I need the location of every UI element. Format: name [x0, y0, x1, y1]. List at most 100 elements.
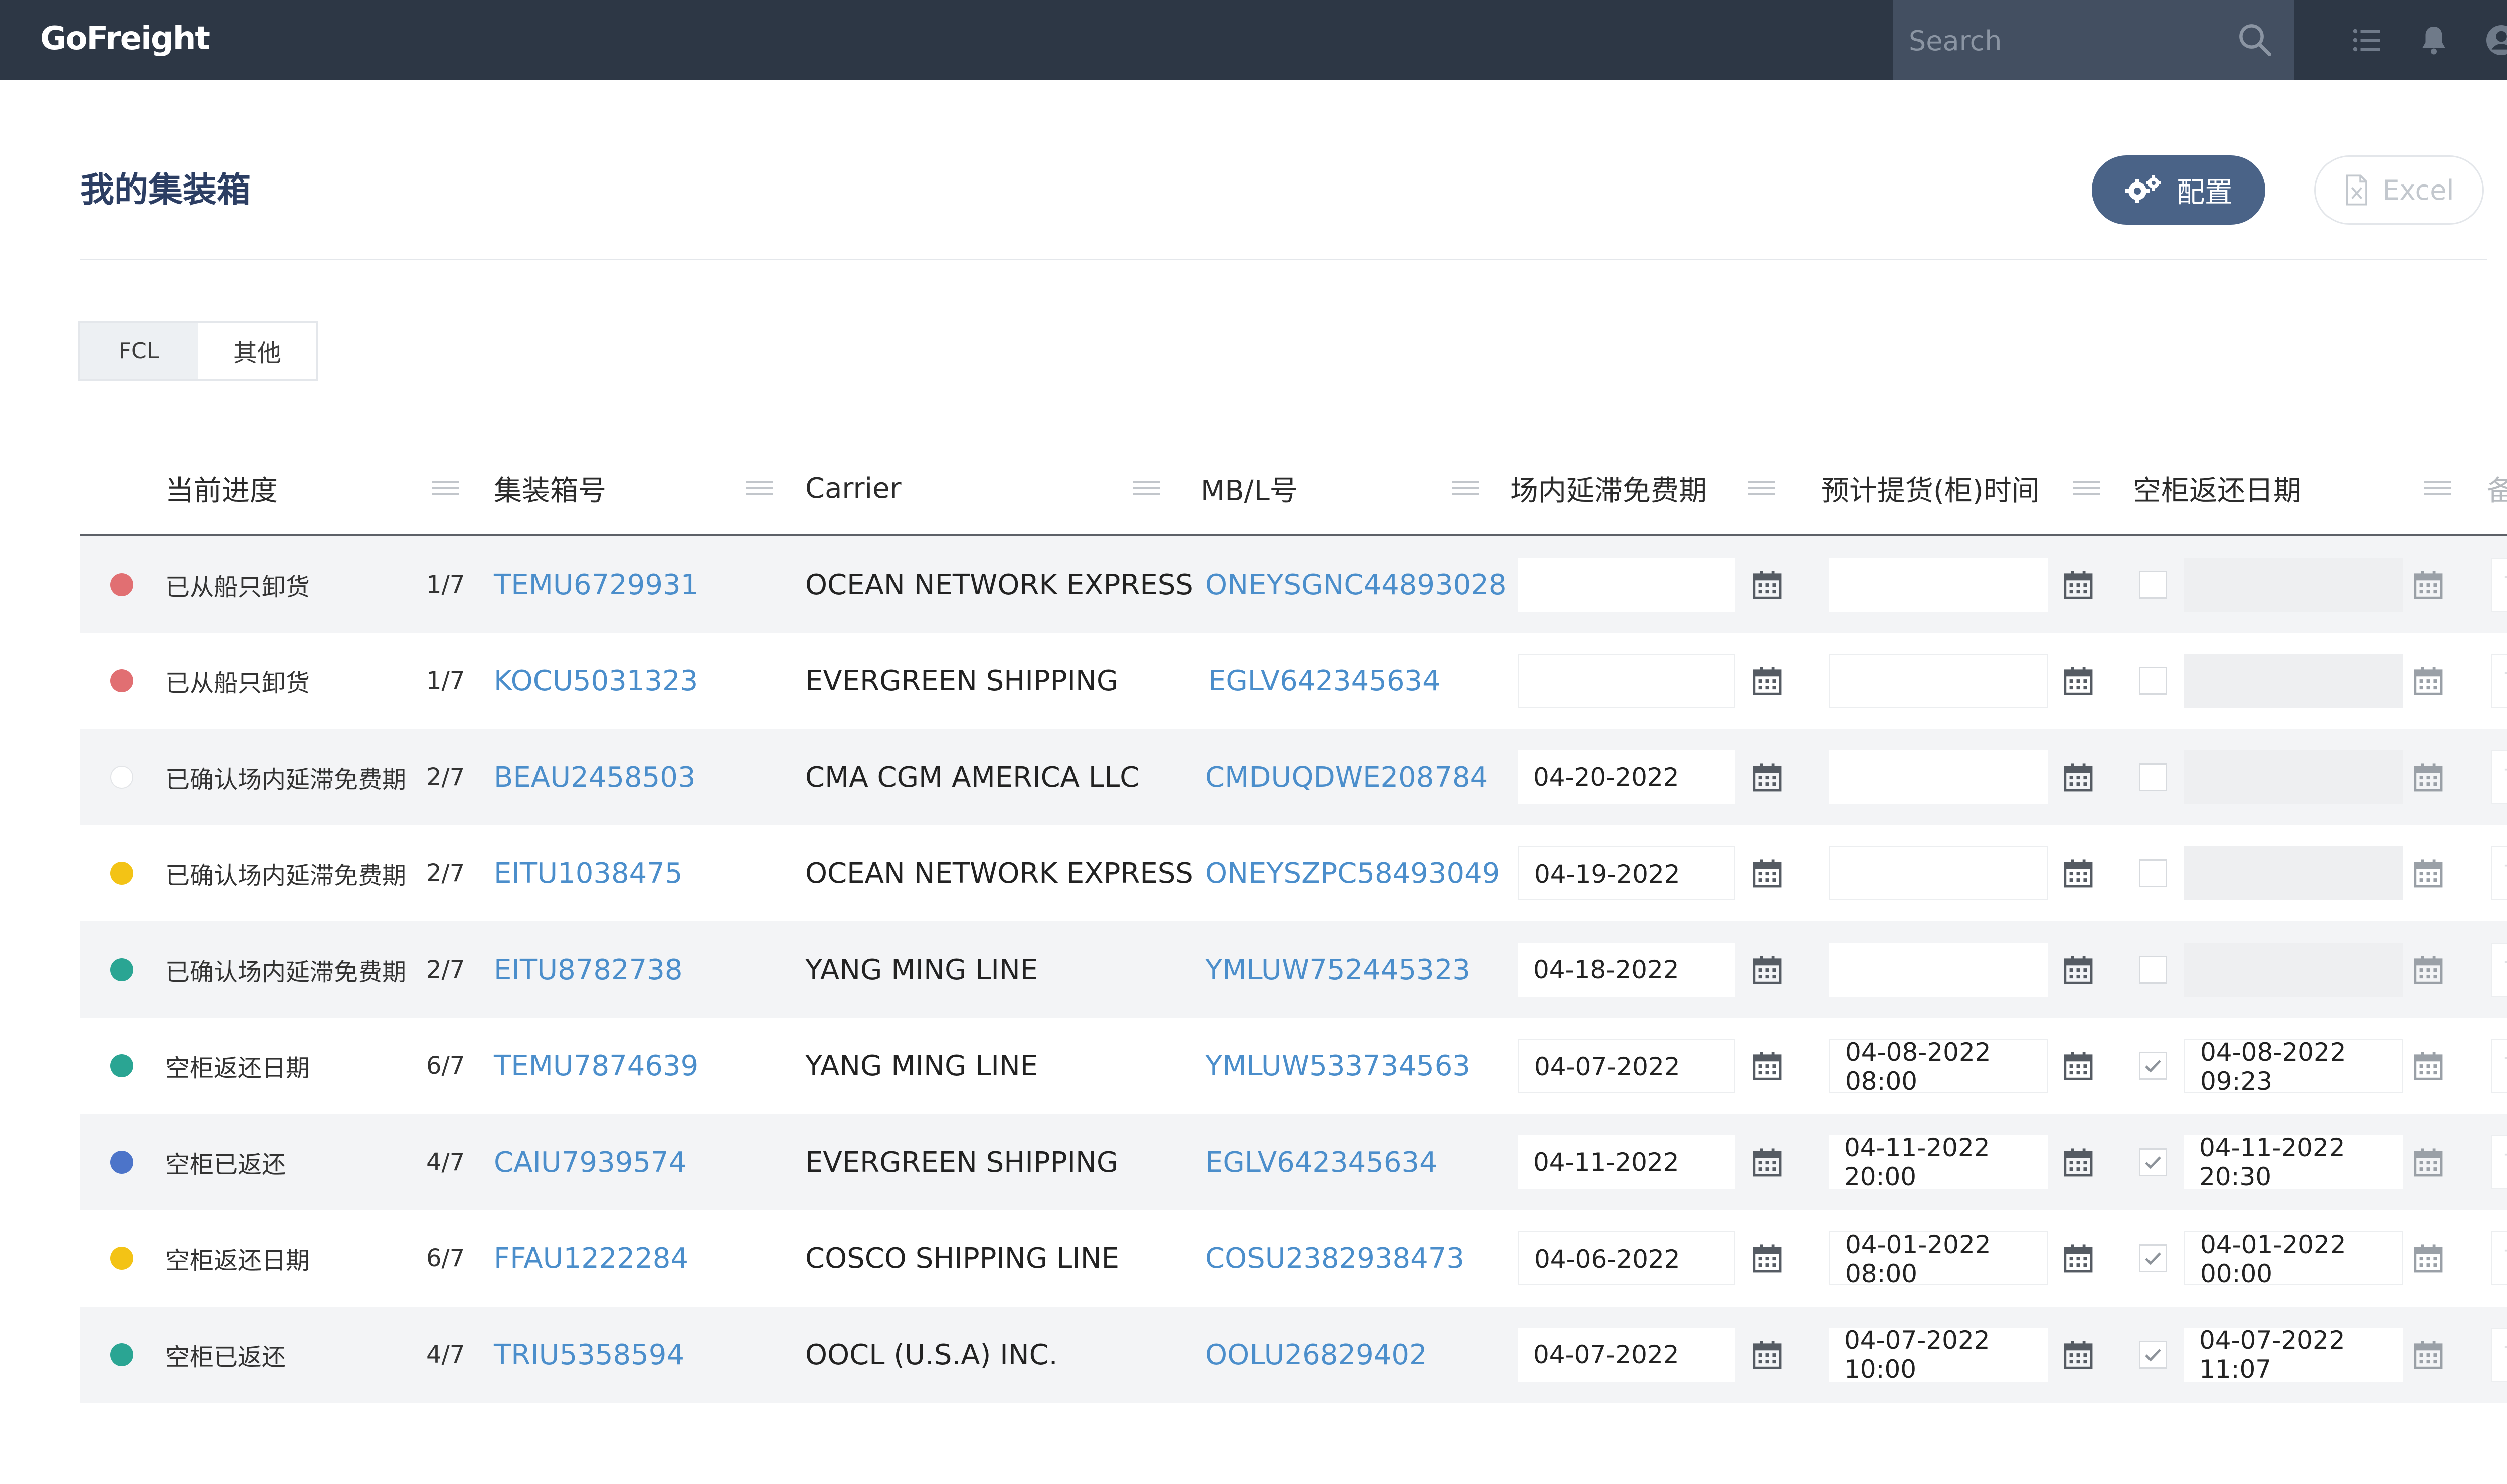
- empty-return-date-field[interactable]: [2184, 846, 2403, 900]
- returned-checkbox-checked[interactable]: [2139, 1052, 2167, 1080]
- calendar-icon[interactable]: [2064, 1051, 2093, 1081]
- free-time-date-field[interactable]: 04-07-2022: [1518, 1328, 1735, 1382]
- calendar-icon[interactable]: [2414, 1051, 2443, 1081]
- free-time-date-field[interactable]: 04-07-2022: [1518, 1039, 1735, 1093]
- empty-return-date-field[interactable]: 04-11-2022 20:30: [2184, 1133, 2403, 1191]
- search-input[interactable]: [1908, 18, 2221, 63]
- container-number-link[interactable]: EITU1038475: [494, 825, 683, 921]
- free-time-date-field[interactable]: 04-11-2022: [1518, 1135, 1735, 1189]
- calendar-icon[interactable]: [2064, 858, 2093, 888]
- returned-checkbox-checked[interactable]: [2139, 1148, 2167, 1176]
- pickup-date-field[interactable]: 04-08-2022 08:00: [1829, 1038, 2048, 1096]
- remark-input[interactable]: Ta: [2491, 1231, 2507, 1285]
- calendar-icon[interactable]: [1753, 762, 1782, 792]
- container-number-link[interactable]: BEAU2458503: [494, 729, 696, 825]
- calendar-icon[interactable]: [2414, 1340, 2443, 1370]
- table-row[interactable]: 空柜已返还 4/7 CAIU7939574 EVERGREEN SHIPPING…: [80, 1114, 2507, 1210]
- empty-return-date-field[interactable]: 04-07-2022 11:07: [2184, 1326, 2403, 1384]
- tab-fcl[interactable]: FCL: [80, 323, 198, 379]
- free-time-date-field[interactable]: 04-06-2022: [1518, 1231, 1735, 1285]
- mbl-number-link[interactable]: ONEYSZPC58493049: [1205, 825, 1500, 921]
- calendar-icon[interactable]: [2414, 955, 2443, 985]
- calendar-icon[interactable]: [2064, 1243, 2093, 1273]
- returned-checkbox-checked[interactable]: [2139, 1244, 2167, 1272]
- column-menu-icon[interactable]: [1130, 441, 1163, 535]
- returned-checkbox[interactable]: [2139, 859, 2167, 887]
- pickup-date-field[interactable]: 04-11-2022 20:00: [1829, 1133, 2048, 1191]
- app-logo[interactable]: GoFreight: [40, 16, 210, 61]
- returned-checkbox[interactable]: [2139, 571, 2167, 599]
- task-list-icon[interactable]: [2349, 22, 2385, 58]
- table-row[interactable]: 已从船只卸货 1/7 KOCU5031323 EVERGREEN SHIPPIN…: [80, 633, 2507, 729]
- container-number-link[interactable]: FFAU1222284: [494, 1210, 688, 1307]
- calendar-icon[interactable]: [2414, 570, 2443, 600]
- calendar-icon[interactable]: [1753, 570, 1782, 600]
- free-time-date-field[interactable]: 04-20-2022: [1518, 750, 1735, 804]
- pickup-date-field[interactable]: [1829, 750, 2048, 804]
- column-menu-icon[interactable]: [743, 441, 776, 535]
- pickup-date-field[interactable]: [1829, 943, 2048, 997]
- calendar-icon[interactable]: [2064, 1147, 2093, 1177]
- calendar-icon[interactable]: [1753, 1340, 1782, 1370]
- tab-other[interactable]: 其他: [198, 323, 316, 379]
- container-number-link[interactable]: EITU8782738: [494, 921, 683, 1018]
- calendar-icon[interactable]: [1753, 1051, 1782, 1081]
- table-row[interactable]: 空柜已返还 4/7 TRIU5358594 OOCL (U.S.A) INC. …: [80, 1307, 2507, 1403]
- column-header-mbl[interactable]: MB/L号: [1201, 441, 1298, 535]
- column-header-carrier[interactable]: Carrier: [805, 441, 902, 535]
- mbl-number-link[interactable]: OOLU26829402: [1205, 1307, 1427, 1403]
- calendar-icon[interactable]: [2064, 1340, 2093, 1370]
- pickup-date-field[interactable]: [1829, 654, 2048, 708]
- column-menu-icon[interactable]: [1745, 441, 1778, 535]
- calendar-icon[interactable]: [1753, 1147, 1782, 1177]
- column-header-pickup[interactable]: 预计提货(柜)时间: [1821, 441, 2040, 535]
- calendar-icon[interactable]: [1753, 1243, 1782, 1273]
- column-menu-icon[interactable]: [429, 441, 462, 535]
- calendar-icon[interactable]: [1753, 858, 1782, 888]
- empty-return-date-field[interactable]: [2184, 558, 2403, 612]
- pickup-date-field[interactable]: 04-01-2022 08:00: [1829, 1230, 2048, 1288]
- column-header-status[interactable]: 当前进度: [165, 441, 278, 535]
- remark-input[interactable]: Ta: [2491, 1135, 2507, 1189]
- calendar-icon[interactable]: [1753, 955, 1782, 985]
- column-header-empty-return[interactable]: 空柜返还日期: [2133, 441, 2301, 535]
- table-row[interactable]: 已确认场内延滞免费期 2/7 EITU8782738 YANG MING LIN…: [80, 921, 2507, 1018]
- container-number-link[interactable]: TEMU7874639: [494, 1018, 698, 1114]
- returned-checkbox[interactable]: [2139, 956, 2167, 984]
- calendar-icon[interactable]: [1753, 666, 1782, 696]
- remark-input[interactable]: Ta: [2491, 1328, 2507, 1382]
- mbl-number-link[interactable]: YMLUW533734563: [1205, 1018, 1470, 1114]
- pickup-date-field[interactable]: [1829, 558, 2048, 612]
- mbl-number-link[interactable]: EGLV642345634: [1205, 1114, 1438, 1210]
- free-time-date-field[interactable]: 04-18-2022: [1518, 943, 1735, 997]
- user-avatar-icon[interactable]: [2483, 22, 2507, 58]
- calendar-icon[interactable]: [2064, 762, 2093, 792]
- remark-input[interactable]: Ta: [2491, 1039, 2507, 1093]
- pickup-date-field[interactable]: 04-07-2022 10:00: [1829, 1326, 2048, 1384]
- calendar-icon[interactable]: [2064, 666, 2093, 696]
- container-number-link[interactable]: KOCU5031323: [494, 633, 698, 729]
- container-number-link[interactable]: TEMU6729931: [494, 536, 698, 633]
- calendar-icon[interactable]: [2414, 1147, 2443, 1177]
- excel-export-button[interactable]: Excel: [2314, 155, 2484, 225]
- mbl-number-link[interactable]: COSU2382938473: [1205, 1210, 1464, 1307]
- remark-input[interactable]: Ta: [2491, 750, 2507, 804]
- free-time-date-field[interactable]: 04-19-2022: [1518, 846, 1735, 900]
- config-button[interactable]: 配置: [2092, 155, 2265, 225]
- mbl-number-link[interactable]: YMLUW752445323: [1205, 921, 1470, 1018]
- container-number-link[interactable]: CAIU7939574: [494, 1114, 686, 1210]
- calendar-icon[interactable]: [2414, 762, 2443, 792]
- table-row[interactable]: 已确认场内延滞免费期 2/7 EITU1038475 OCEAN NETWORK…: [80, 825, 2507, 921]
- calendar-icon[interactable]: [2414, 666, 2443, 696]
- table-row[interactable]: 空柜返还日期 6/7 TEMU7874639 YANG MING LINE YM…: [80, 1018, 2507, 1114]
- empty-return-date-field[interactable]: 04-01-2022 00:00: [2184, 1230, 2403, 1288]
- column-header-free-time[interactable]: 场内延滞免费期: [1510, 441, 1707, 535]
- returned-checkbox[interactable]: [2139, 763, 2167, 791]
- pickup-date-field[interactable]: [1829, 846, 2048, 900]
- notification-bell-icon[interactable]: [2416, 22, 2452, 58]
- remark-input[interactable]: Ta: [2491, 943, 2507, 997]
- empty-return-date-field[interactable]: [2184, 750, 2403, 804]
- mbl-number-link[interactable]: EGLV642345634: [1208, 633, 1441, 729]
- returned-checkbox-checked[interactable]: [2139, 1341, 2167, 1369]
- empty-return-date-field[interactable]: 04-08-2022 09:23: [2184, 1038, 2403, 1096]
